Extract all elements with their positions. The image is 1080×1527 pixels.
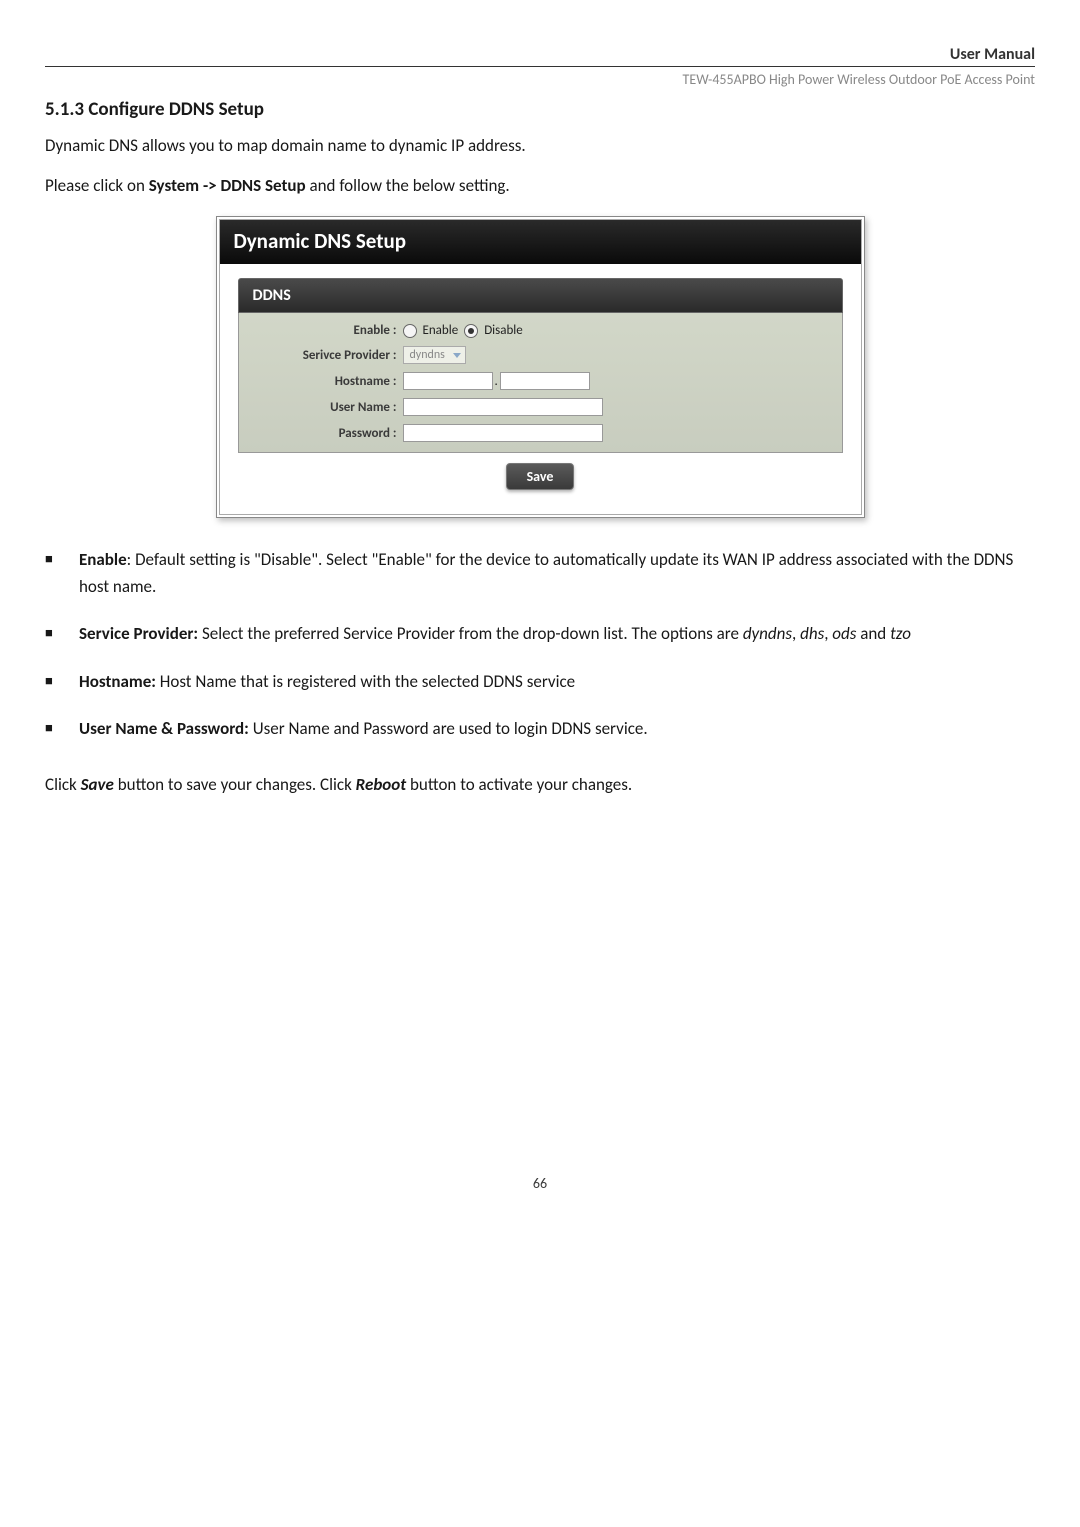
- password-input[interactable]: [403, 424, 603, 442]
- header-user-manual: User Manual: [45, 45, 1035, 64]
- user-manual-label: User Manual: [950, 45, 1035, 64]
- footer-pre: Click: [45, 774, 81, 795]
- list-text: Hostname: Host Name that is registered w…: [79, 668, 1035, 695]
- hostname-input-1[interactable]: [403, 372, 493, 390]
- footer-post: button to activate your changes.: [406, 774, 632, 795]
- username-row: User Name :: [239, 394, 842, 420]
- ddns-section: DDNS Enable : Enable Disable Serivce Pro…: [220, 264, 861, 514]
- password-row: Password :: [239, 420, 842, 446]
- list-text: Service Provider: Select the preferred S…: [79, 620, 1035, 647]
- bullet-sep: :: [127, 549, 135, 570]
- save-button[interactable]: Save: [506, 463, 575, 490]
- bullet-bold: Enable: [79, 549, 127, 570]
- header-divider: [45, 66, 1035, 67]
- italic-tzo: tzo: [890, 623, 911, 644]
- italic-dyndns: dyndns: [743, 623, 792, 644]
- save-button-wrap: Save: [238, 453, 843, 496]
- list-item: ■ User Name & Password: User Name and Pa…: [45, 715, 1035, 742]
- username-label: User Name :: [253, 400, 403, 415]
- username-control: [403, 398, 603, 416]
- intro2-post: and follow the below setting.: [306, 175, 510, 196]
- intro2-bold: System -> DDNS Setup: [149, 175, 306, 196]
- and: and: [856, 623, 890, 644]
- ddns-setup-figure: Dynamic DNS Setup DDNS Enable : Enable D…: [216, 216, 865, 518]
- username-input[interactable]: [403, 398, 603, 416]
- footer-save: Save: [81, 774, 114, 795]
- footer-paragraph: Click Save button to save your changes. …: [45, 774, 1035, 795]
- bullet-bold: Service Provider:: [79, 623, 198, 644]
- bullet-icon: ■: [45, 668, 79, 695]
- bullet-list: ■ Enable: Default setting is "Disable". …: [45, 546, 1035, 742]
- list-text: User Name & Password: User Name and Pass…: [79, 715, 1035, 742]
- bullet-bold: Hostname:: [79, 671, 156, 692]
- page-number: 66: [45, 1175, 1035, 1192]
- bullet-body: Host Name that is registered with the se…: [160, 671, 575, 692]
- hostname-input-2[interactable]: [500, 372, 590, 390]
- hostname-dot: .: [495, 374, 498, 389]
- provider-control: dyndns: [403, 346, 466, 364]
- hostname-label: Hostname :: [253, 374, 403, 389]
- list-item: ■ Hostname: Host Name that is registered…: [45, 668, 1035, 695]
- ddns-header: DDNS: [238, 278, 843, 313]
- password-control: [403, 424, 603, 442]
- dns-title-bar: Dynamic DNS Setup: [220, 220, 861, 264]
- intro2-pre: Please click on: [45, 175, 149, 196]
- product-line: TEW-455APBO High Power Wireless Outdoor …: [45, 71, 1035, 88]
- enable-option-label: Enable: [423, 323, 459, 338]
- footer-reboot: Reboot: [356, 774, 406, 795]
- intro-paragraph-1: Dynamic DNS allows you to map domain nam…: [45, 133, 1035, 159]
- bullet-pre: Select the preferred Service Provider fr…: [202, 623, 743, 644]
- bullet-bold: User Name & Password:: [79, 718, 249, 739]
- list-text: Enable: Default setting is "Disable". Se…: [79, 546, 1035, 600]
- enable-row: Enable : Enable Disable: [239, 319, 842, 342]
- bullet-body: User Name and Password are used to login…: [253, 718, 648, 739]
- provider-row: Serivce Provider : dyndns: [239, 342, 842, 368]
- bullet-body: Default setting is "Disable". Select "En…: [79, 549, 1013, 597]
- italic-dhs: dhs: [800, 623, 824, 644]
- intro-paragraph-2: Please click on System -> DDNS Setup and…: [45, 173, 1035, 199]
- bullet-icon: ■: [45, 546, 79, 600]
- hostname-row: Hostname : .: [239, 368, 842, 394]
- provider-select[interactable]: dyndns: [403, 346, 466, 364]
- enable-radio[interactable]: [403, 324, 417, 338]
- italic-ods: ods: [832, 623, 856, 644]
- bullet-icon: ■: [45, 620, 79, 647]
- figure-inner: Dynamic DNS Setup DDNS Enable : Enable D…: [219, 219, 862, 515]
- list-item: ■ Enable: Default setting is "Disable". …: [45, 546, 1035, 600]
- comma: ,: [792, 623, 800, 644]
- ddns-form: Enable : Enable Disable Serivce Provider…: [238, 313, 843, 453]
- footer-mid: button to save your changes. Click: [114, 774, 356, 795]
- disable-option-label: Disable: [484, 323, 523, 338]
- password-label: Password :: [253, 426, 403, 441]
- enable-label: Enable :: [253, 323, 403, 338]
- section-title: 5.1.3 Configure DDNS Setup: [45, 98, 1035, 121]
- list-item: ■ Service Provider: Select the preferred…: [45, 620, 1035, 647]
- hostname-control: .: [403, 372, 590, 390]
- provider-label: Serivce Provider :: [253, 348, 403, 363]
- bullet-icon: ■: [45, 715, 79, 742]
- disable-radio[interactable]: [464, 324, 478, 338]
- enable-control: Enable Disable: [403, 323, 523, 338]
